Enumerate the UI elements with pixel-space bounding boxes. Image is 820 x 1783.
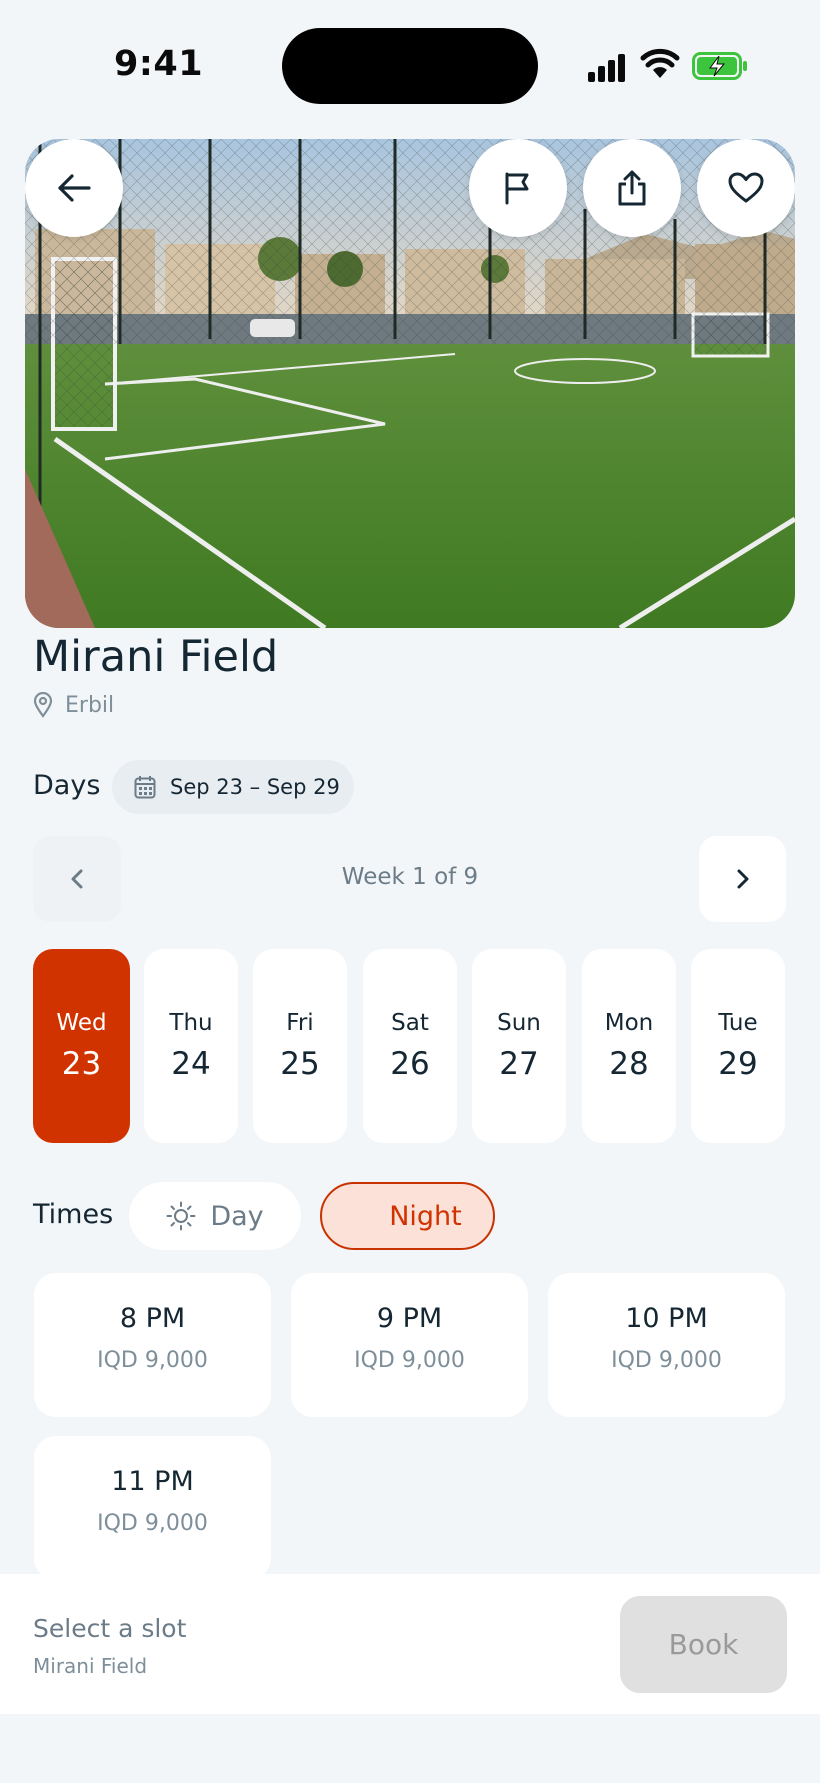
slot-time: 8 PM [119, 1303, 186, 1334]
day-number: 28 [609, 1046, 649, 1082]
day-toggle[interactable]: Day [129, 1182, 301, 1250]
book-button[interactable]: Book [620, 1596, 787, 1693]
slot-time: 9 PM [376, 1303, 443, 1334]
day-name: Sun [497, 1010, 541, 1036]
day-card-tue[interactable]: Tue 29 [691, 949, 785, 1143]
day-number: 29 [718, 1046, 758, 1082]
heart-icon [728, 172, 764, 203]
back-button[interactable] [25, 139, 123, 237]
field-image [25, 139, 795, 628]
slot-price: IQD 9,000 [354, 1348, 465, 1373]
share-button[interactable] [583, 139, 681, 237]
day-card-sun[interactable]: Sun 27 [472, 949, 566, 1143]
venue-city: Erbil [65, 692, 115, 718]
night-toggle[interactable]: Night [320, 1182, 495, 1250]
days-label: Days [33, 770, 101, 801]
week-indicator: Week 1 of 9 [341, 864, 479, 890]
day-card-mon[interactable]: Mon 28 [582, 949, 676, 1143]
share-icon [618, 170, 646, 206]
day-card-sat[interactable]: Sat 26 [363, 949, 457, 1143]
time-slot-8pm[interactable]: 8 PM IQD 9,000 [34, 1273, 271, 1417]
prev-week-button[interactable] [33, 836, 121, 922]
next-week-button[interactable] [699, 836, 786, 922]
day-number: 27 [499, 1046, 539, 1082]
status-time: 9:41 [114, 44, 204, 84]
calendar-icon [134, 776, 156, 799]
location-pin-icon [33, 692, 53, 718]
day-name: Tue [718, 1010, 758, 1036]
venue-title: Mirani Field [33, 632, 279, 682]
day-number: 25 [280, 1046, 320, 1082]
venue-location: Erbil [33, 692, 114, 718]
day-card-wed[interactable]: Wed 23 [33, 949, 130, 1143]
day-toggle-label: Day [210, 1200, 264, 1232]
slot-time: 10 PM [625, 1303, 708, 1334]
sun-icon [166, 1201, 196, 1231]
chevron-right-icon [737, 869, 748, 889]
day-name: Sat [391, 1010, 429, 1036]
selection-venue: Mirani Field [33, 1654, 148, 1678]
arrow-left-icon [58, 174, 91, 202]
report-button[interactable] [469, 139, 567, 237]
day-name: Wed [56, 1010, 107, 1036]
time-slot-9pm[interactable]: 9 PM IQD 9,000 [291, 1273, 528, 1417]
time-slot-10pm[interactable]: 10 PM IQD 9,000 [548, 1273, 785, 1417]
day-name: Mon [604, 1010, 654, 1036]
slot-time: 11 PM [111, 1466, 194, 1497]
day-name: Thu [169, 1010, 213, 1036]
field-photo [25, 139, 795, 628]
day-name: Fri [286, 1010, 314, 1036]
times-label: Times [33, 1199, 114, 1230]
booking-bar: Select a slot Mirani Field Book [0, 1574, 820, 1714]
date-range-text: Sep 23 – Sep 29 [170, 775, 340, 799]
day-card-thu[interactable]: Thu 24 [144, 949, 238, 1143]
battery-icon [692, 52, 747, 80]
selection-status: Select a slot [33, 1614, 187, 1643]
chevron-left-icon [71, 869, 83, 889]
flag-icon [505, 172, 529, 205]
night-toggle-label: Night [389, 1200, 462, 1232]
moon-icon [361, 1204, 376, 1229]
favorite-button[interactable] [697, 139, 795, 237]
slot-price: IQD 9,000 [97, 1348, 208, 1373]
day-number: 26 [390, 1046, 430, 1082]
status-bar: 9:41 [0, 0, 820, 120]
day-number: 23 [61, 1046, 102, 1082]
date-range-chip[interactable]: Sep 23 – Sep 29 [112, 760, 354, 814]
slot-price: IQD 9,000 [97, 1511, 208, 1536]
signal-icon [588, 52, 628, 82]
day-card-fri[interactable]: Fri 25 [253, 949, 347, 1143]
dynamic-island [282, 28, 538, 104]
wifi-icon [640, 48, 680, 78]
time-slot-11pm[interactable]: 11 PM IQD 9,000 [34, 1436, 271, 1580]
slot-price: IQD 9,000 [611, 1348, 722, 1373]
day-number: 24 [171, 1046, 211, 1082]
